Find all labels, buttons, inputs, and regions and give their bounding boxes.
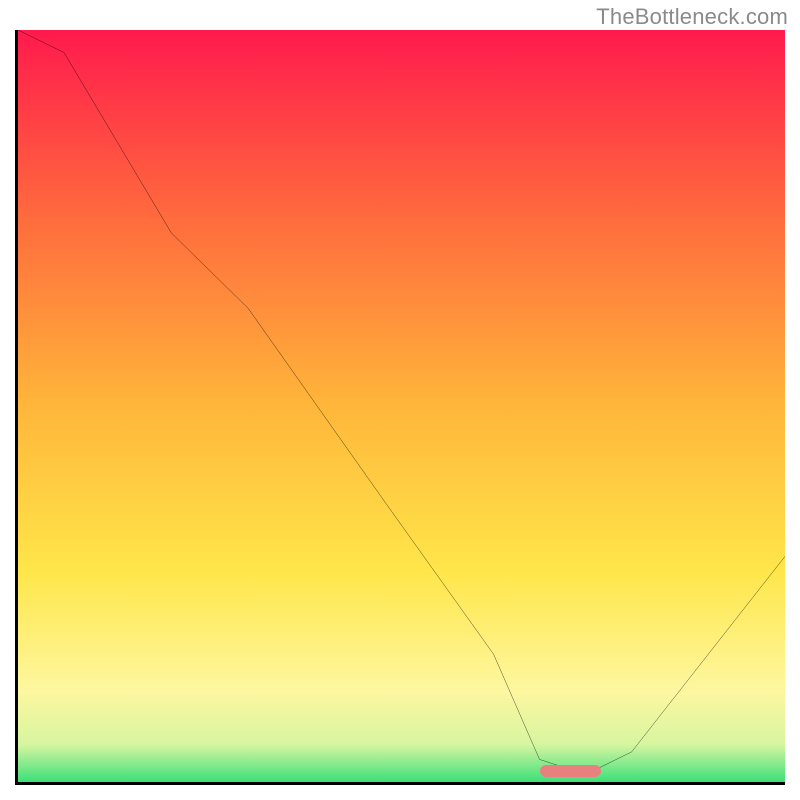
- minimum-marker-pill: [540, 765, 601, 777]
- chart-stage: TheBottleneck.com: [0, 0, 800, 800]
- watermark-text: TheBottleneck.com: [596, 4, 788, 30]
- bottleneck-curve-path: [18, 30, 785, 774]
- plot-frame: [15, 30, 785, 785]
- curve-svg: [18, 30, 785, 782]
